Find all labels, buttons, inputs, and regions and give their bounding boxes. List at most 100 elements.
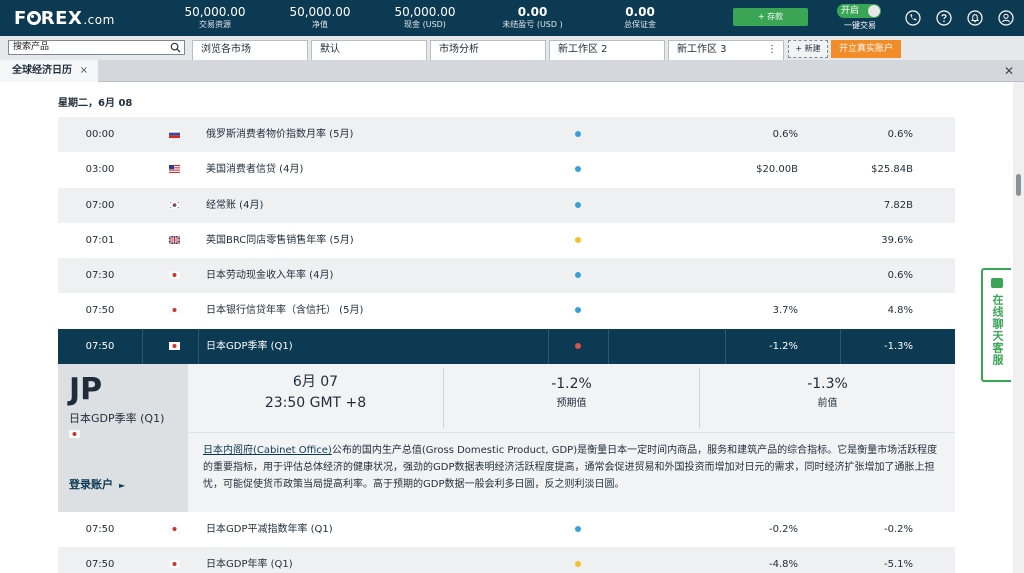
logo-letters-rex: REX [40,8,83,29]
event-time: 07:01 [85,235,115,246]
impact-indicator-icon [575,202,581,208]
event-time: 07:00 [85,200,115,211]
user-profile-icon[interactable] [998,10,1014,26]
detail-sidebar: JP 日本GDP季率 (Q1) 登录账户 ► [58,364,188,512]
search-input-text: 搜索产品 [13,42,50,52]
vertical-scrollbar[interactable] [1013,82,1024,573]
search-icon [170,42,181,53]
event-time: 07:50 [85,524,115,535]
japan-flag-icon [169,560,180,568]
event-name: 经常账 (4月) [206,200,264,211]
close-tab-icon[interactable]: × [80,60,88,82]
stat-unrealized-pnl: 0.00 未结盈亏 (USD ) [495,5,570,30]
event-previous: 0.6% [887,129,913,140]
live-chat-label: 在线聊天客服 [991,294,1004,366]
forecast-value: -1.2% [551,376,592,392]
event-previous: 39.6% [881,235,913,246]
uk-flag-icon [169,236,180,244]
detail-horizontal-divider [188,432,955,433]
new-workspace-button[interactable]: + 新建 [788,40,828,58]
japan-flag-icon [169,525,180,533]
event-name: 俄罗斯消费者物价指数月率 (5月) [206,129,354,140]
calendar-row-selected[interactable]: 07:50 日本GDP季率 (Q1) -1.2% -1.3% [58,329,955,364]
close-panel-icon[interactable]: ✕ [1004,64,1014,78]
event-forecast: 0.6% [772,129,798,140]
stat-label: 总保证金 [624,20,656,29]
event-previous: -0.2% [883,524,913,535]
stat-label: 交易资源 [199,20,231,29]
tab-default[interactable]: 默认 [311,40,427,60]
tab-more-icon[interactable]: ⋮ [767,41,777,59]
forex-logo[interactable]: F REX.com [14,8,115,29]
login-label: 登录账户 [69,478,113,491]
tab-new-workspace-3[interactable]: 新工作区 3 ⋮ [668,40,784,60]
calendar-row[interactable]: 07:30 日本劳动现金收入年率 (4月) 0.6% [58,258,955,293]
column-divider [725,329,726,364]
column-divider [142,329,143,364]
japan-flag-icon [169,342,180,350]
calendar-row[interactable]: 07:50 日本GDP年率 (Q1) -4.8% -5.1% [58,547,955,573]
stat-equity: 50,000.00 净值 [285,5,355,30]
calendar-row[interactable]: 07:50 日本银行信贷年率（含信托） (5月) 3.7% 4.8% [58,293,955,328]
impact-indicator-icon [575,237,581,243]
live-chat-tab[interactable]: 在线聊天客服 [981,268,1011,382]
column-divider [198,329,199,364]
forecast-label: 预期值 [556,398,587,409]
login-account-link[interactable]: 登录账户 ► [69,476,125,492]
logo-letter-f: F [14,8,27,29]
panel-tab-label: 全球经济日历 [12,65,72,76]
workspace-toolbar: 搜索产品 浏览各市场 默认 市场分析 新工作区 2 新工作区 3 ⋮ + 新建 … [0,36,1024,60]
detail-event-name: 日本GDP季率 (Q1) [69,412,165,425]
event-name: 日本GDP平减指数年率 (Q1) [206,524,333,535]
play-arrow-icon: ► [119,481,126,490]
japan-flag-icon [169,271,180,279]
scrollbar-thumb[interactable] [1016,174,1021,196]
toggle-on-label: 开启 [841,6,860,16]
calendar-row[interactable]: 07:50 日本GDP平减指数年率 (Q1) -0.2% -0.2% [58,512,955,547]
event-name: 日本劳动现金收入年率 (4月) [206,270,334,281]
detail-previous: -1.3% 前值 [700,368,955,428]
event-time: 03:00 [85,164,115,175]
japan-flag-icon [169,306,180,314]
event-time: 00:00 [85,129,115,140]
calendar-row[interactable]: 07:01 英国BRC同店零售销售年率 (5月) 39.6% [58,223,955,258]
event-forecast: -4.8% [768,559,798,570]
south-korea-flag-icon [169,201,180,209]
source-link[interactable]: 日本内阁府(Cabinet Office) [203,445,332,456]
day-heading: 星期二，6月 08 [58,98,133,109]
phone-icon[interactable] [905,10,921,26]
event-time: 07:50 [85,341,115,352]
column-divider [548,329,549,364]
event-name: 英国BRC同店零售销售年率 (5月) [206,235,354,246]
deposit-button[interactable]: + 存款 [733,8,808,26]
tab-economic-calendar[interactable]: 全球经济日历 × [0,60,98,82]
calendar-row[interactable]: 07:00 经常账 (4月) 7.82B [58,188,955,223]
one-click-trading-toggle[interactable]: 开启 [837,4,881,18]
tab-browse-markets[interactable]: 浏览各市场 [192,40,308,60]
stat-value: 0.00 [625,5,655,19]
calendar-row[interactable]: 03:00 美国消费者信贷 (4月) $20.00B $25.84B [58,152,955,187]
japan-flag-icon [69,430,80,438]
stat-cash: 50,000.00 现金 (USD) [390,5,460,30]
tab-label: 新工作区 3 [677,44,727,55]
stat-value: 0.00 [517,5,548,19]
notification-bell-icon[interactable] [967,10,983,26]
column-divider [840,329,841,364]
previous-label: 前值 [817,398,838,409]
tab-new-workspace-2[interactable]: 新工作区 2 [549,40,665,60]
open-live-account-button[interactable]: 开立真实账户 [831,40,901,58]
event-previous: -1.3% [883,341,913,352]
panel-header: 全球经济日历 × ✕ [0,60,1024,82]
event-name: 日本银行信贷年率（含信托） (5月) [206,305,364,316]
search-input[interactable]: 搜索产品 [8,40,185,55]
calendar-row[interactable]: 00:00 俄罗斯消费者物价指数月率 (5月) 0.6% 0.6% [58,117,955,152]
logo-suffix: .com [83,13,115,27]
us-flag-icon [169,165,180,173]
event-previous: -5.1% [883,559,913,570]
help-icon[interactable] [936,10,952,26]
tab-market-analysis[interactable]: 市场分析 [430,40,546,60]
impact-indicator-icon [575,307,581,313]
stat-value: 50,000.00 [289,5,351,19]
stat-value: 50,000.00 [184,5,246,19]
event-previous: $25.84B [871,164,913,175]
